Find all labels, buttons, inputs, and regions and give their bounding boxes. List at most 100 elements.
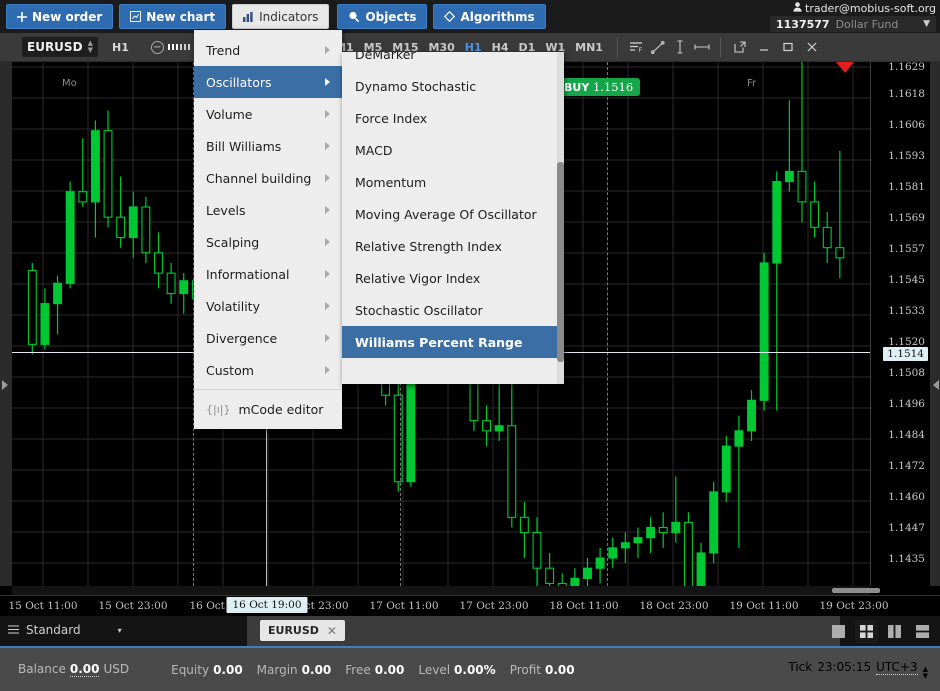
submenu-scrollbar-thumb[interactable] bbox=[557, 162, 564, 362]
horizontal-line-icon[interactable] bbox=[691, 37, 713, 57]
submenu-item-label: MACD bbox=[355, 142, 393, 158]
popout-icon[interactable] bbox=[728, 37, 752, 57]
submenu-item-momentum[interactable]: Momentum bbox=[342, 166, 564, 198]
menu-item-oscillators[interactable]: Oscillators bbox=[194, 66, 342, 98]
objects-button[interactable]: Objects bbox=[337, 4, 428, 29]
chart-icon bbox=[130, 11, 142, 22]
expand-right-panel-icon[interactable] bbox=[933, 380, 939, 390]
menu-item-divergence[interactable]: Divergence bbox=[194, 322, 342, 354]
menu-item-label: Trend bbox=[206, 42, 241, 58]
submenu-item-demarker[interactable]: DeMarker bbox=[342, 52, 564, 70]
menu-item-volatility[interactable]: Volatility bbox=[194, 290, 342, 322]
status-equity-key: Equity bbox=[171, 662, 210, 677]
status-margin-value: 0.00 bbox=[301, 662, 332, 677]
status-equity: Equity 0.00 bbox=[171, 663, 243, 677]
submenu-item-relative-vigor-index[interactable]: Relative Vigor Index bbox=[342, 262, 564, 294]
chart-tab-eurusd[interactable]: EURUSD ✕ bbox=[260, 620, 345, 641]
chevron-down-icon[interactable]: ▼ bbox=[923, 19, 930, 29]
layout-single[interactable] bbox=[827, 620, 850, 643]
scrollbar-thumb[interactable] bbox=[832, 588, 880, 593]
chevron-right-icon bbox=[325, 206, 330, 214]
status-balance-value: 0.00 bbox=[69, 662, 100, 677]
price-tick-7: 1.1545 bbox=[888, 274, 925, 286]
new-order-button[interactable]: New order bbox=[6, 4, 114, 29]
buy-price-badge[interactable]: BUY 1.1516 bbox=[557, 78, 641, 96]
indicators-button[interactable]: Indicators bbox=[232, 4, 330, 29]
minimize-icon[interactable] bbox=[752, 37, 776, 57]
price-axis[interactable]: 1.1629 1.1618 1.1606 1.1593 1.1581 1.156… bbox=[870, 62, 930, 586]
chevron-right-icon bbox=[325, 366, 330, 374]
chevron-down-icon[interactable]: ▾ bbox=[118, 626, 122, 635]
chevron-right-icon bbox=[325, 78, 330, 86]
price-tick-1: 1.1618 bbox=[888, 88, 925, 100]
algorithms-button[interactable]: Algorithms bbox=[433, 4, 546, 29]
price-tick-2: 1.1606 bbox=[888, 119, 925, 131]
menu-item-trend[interactable]: Trend bbox=[194, 34, 342, 66]
menu-item-mcode-editor[interactable]: {|ı|} mCode editor bbox=[194, 393, 342, 425]
submenu-item-dynamo-stochastic[interactable]: Dynamo Stochastic bbox=[342, 70, 564, 102]
layout-grid-2x2[interactable] bbox=[855, 619, 878, 643]
vertical-line-icon[interactable] bbox=[669, 37, 691, 57]
menu-item-bill-williams[interactable]: Bill Williams bbox=[194, 130, 342, 162]
maximize-icon[interactable] bbox=[776, 37, 800, 57]
menu-item-custom[interactable]: Custom bbox=[194, 354, 342, 386]
submenu-scrollbar[interactable] bbox=[557, 52, 564, 384]
chevron-right-icon bbox=[325, 302, 330, 310]
layout-horizontal-split[interactable] bbox=[911, 620, 934, 643]
menu-item-label: Channel building bbox=[206, 170, 312, 186]
symbol-stepper-icon[interactable]: ▲ ▼ bbox=[88, 40, 93, 54]
submenu-item-label: Stochastic Oscillator bbox=[355, 302, 483, 318]
submenu-item-relative-strength-index[interactable]: Relative Strength Index bbox=[342, 230, 564, 262]
objects-label: Objects bbox=[365, 9, 417, 24]
status-tick-value: 23:05:15 bbox=[817, 659, 872, 674]
status-tick-key: Tick bbox=[788, 659, 813, 674]
account-panel: trader@mobius-soft.org 1137577 Dollar Fu… bbox=[770, 1, 936, 32]
menu-item-levels[interactable]: Levels bbox=[194, 194, 342, 226]
profile-selector[interactable]: Standard ▾ bbox=[8, 623, 122, 637]
price-tick-0: 1.1629 bbox=[888, 62, 925, 73]
menu-item-channel-building[interactable]: Channel building bbox=[194, 162, 342, 194]
layout-buttons bbox=[827, 616, 934, 646]
timezone-stepper-icon[interactable]: ▲ ▼ bbox=[923, 665, 928, 680]
submenu-item-macd[interactable]: MACD bbox=[342, 134, 564, 166]
oscillators-submenu[interactable]: DeMarker Dynamo Stochastic Force Index M… bbox=[342, 52, 564, 384]
account-email-row[interactable]: trader@mobius-soft.org bbox=[770, 1, 936, 15]
menu-item-label: Volume bbox=[206, 106, 253, 122]
menu-item-scalping[interactable]: Scalping bbox=[194, 226, 342, 258]
status-balance-currency: USD bbox=[103, 662, 130, 676]
indicator-list-icon[interactable]: F bbox=[625, 37, 647, 57]
submenu-item-williams-percent-range[interactable]: Williams Percent Range bbox=[342, 326, 564, 358]
trendline-icon[interactable] bbox=[647, 37, 669, 57]
price-tick-14: 1.1460 bbox=[888, 491, 925, 503]
minus-circle-icon[interactable]: − bbox=[150, 40, 164, 54]
diamond-icon bbox=[444, 11, 456, 22]
submenu-item-stochastic-oscillator[interactable]: Stochastic Oscillator bbox=[342, 294, 564, 326]
menu-divider bbox=[194, 389, 342, 390]
layout-vertical-split[interactable] bbox=[883, 620, 906, 643]
toolbar-divider-3 bbox=[616, 37, 618, 57]
status-timezone[interactable]: UTC+3 bbox=[876, 660, 918, 675]
status-free-key: Free bbox=[345, 662, 371, 677]
close-icon[interactable]: ✕ bbox=[327, 624, 337, 638]
close-icon[interactable] bbox=[800, 37, 824, 57]
status-balance[interactable]: Balance 0.00 USD bbox=[18, 662, 129, 677]
account-selector[interactable]: 1137577 Dollar Fund ▼ bbox=[770, 16, 936, 32]
zoom-steps[interactable] bbox=[167, 44, 190, 50]
menu-item-informational[interactable]: Informational bbox=[194, 258, 342, 290]
time-axis[interactable]: 15 Oct 11:00 15 Oct 23:00 16 Oct 11:00 1… bbox=[0, 595, 940, 616]
price-tick-16: 1.1435 bbox=[888, 553, 925, 565]
expand-left-panel-icon[interactable] bbox=[2, 380, 8, 390]
sell-marker-icon[interactable] bbox=[836, 62, 854, 73]
new-chart-button[interactable]: New chart bbox=[119, 4, 227, 29]
indicators-menu[interactable]: Trend Oscillators Volume Bill Williams C… bbox=[194, 30, 342, 429]
menu-item-volume[interactable]: Volume bbox=[194, 98, 342, 130]
symbol-selector[interactable]: EURUSD ▲ ▼ bbox=[22, 37, 98, 57]
timeframe-MN1[interactable]: MN1 bbox=[571, 41, 607, 54]
submenu-item-force-index[interactable]: Force Index bbox=[342, 102, 564, 134]
submenu-item-moving-average-of-oscillator[interactable]: Moving Average Of Oscillator bbox=[342, 198, 564, 230]
status-margin-key: Margin bbox=[256, 662, 298, 677]
buy-label: BUY bbox=[564, 81, 590, 94]
day-label-mo: Mo bbox=[62, 78, 77, 89]
chart-horizontal-scrollbar[interactable] bbox=[12, 586, 880, 595]
price-tick-12: 1.1484 bbox=[888, 429, 925, 441]
